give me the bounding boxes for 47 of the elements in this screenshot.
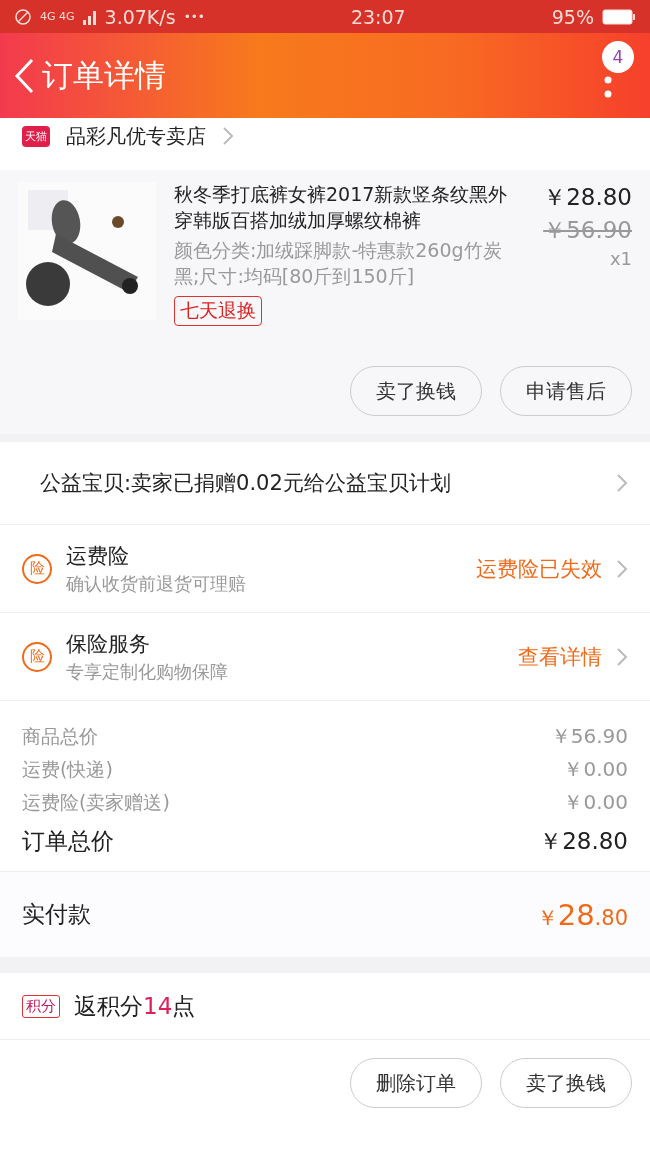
summary-value: ￥0.00 xyxy=(563,789,628,816)
service-subtitle: 专享定制化购物保障 xyxy=(66,659,229,684)
service-title: 运费险 xyxy=(66,542,130,570)
service-subtitle: 确认收货前退货可理赔 xyxy=(66,571,247,596)
summary-value: ￥28.80 xyxy=(539,827,628,856)
chevron-icon xyxy=(616,558,628,579)
battery-percent: 95% xyxy=(551,5,594,28)
paid-amount: ￥28.80 xyxy=(536,897,628,932)
chevron-icon xyxy=(616,473,628,493)
chevron-icon xyxy=(616,646,628,667)
summary-value: ￥0.00 xyxy=(563,756,628,783)
product-title[interactable]: 秋冬季打底裤女裤2017新款竖条纹黑外穿韩版百搭加绒加厚螺纹棉裤 xyxy=(174,182,526,234)
action-button[interactable]: 卖了换钱 xyxy=(500,1058,632,1108)
more-indicator: ••• xyxy=(183,9,205,24)
product-price: ￥28.80 xyxy=(543,183,632,212)
more-icon[interactable] xyxy=(604,76,612,98)
network-speed: 3.07K/s xyxy=(104,5,176,28)
summary-label: 运费(快递) xyxy=(22,756,113,782)
product-spec: 颜色分类:加绒踩脚款-特惠款260g竹炭黑;尺寸:均码[80斤到150斤] xyxy=(174,238,503,289)
summary-label: 商品总价 xyxy=(22,723,98,749)
points-text: 返积分14点 xyxy=(74,991,196,1021)
summary-value: ￥56.90 xyxy=(550,723,628,750)
points-tag: 积分 xyxy=(22,994,60,1018)
network-indicator: 4G 4G xyxy=(40,10,75,23)
action-button[interactable]: 申请售后 xyxy=(500,366,632,416)
battery-icon xyxy=(602,8,636,25)
back-icon[interactable] xyxy=(14,57,34,94)
service-title: 保险服务 xyxy=(66,630,151,658)
action-button[interactable]: 卖了换钱 xyxy=(350,366,482,416)
action-button[interactable]: 删除订单 xyxy=(350,1058,482,1108)
insurance-icon: 险 xyxy=(22,553,52,584)
insurance-icon: 险 xyxy=(22,641,52,672)
summary-label: 订单总价 xyxy=(22,827,114,856)
signal-icon xyxy=(82,8,97,25)
chevron-icon xyxy=(222,126,234,146)
paid-label: 实付款 xyxy=(22,900,91,929)
return-policy-tag: 七天退换 xyxy=(174,296,262,326)
clock: 23:07 xyxy=(350,5,406,28)
store-name[interactable]: 品彩凡优专卖店 xyxy=(66,122,206,150)
message-badge: 4 xyxy=(602,41,634,73)
store-tag: 天猫 xyxy=(22,125,50,147)
no-disturb-icon xyxy=(14,7,32,26)
charity-text: 公益宝贝:卖家已捐赠0.02元给公益宝贝计划 xyxy=(39,470,452,497)
quantity: x1 xyxy=(609,248,632,269)
original-price: ￥56.90 xyxy=(543,216,632,245)
page-title: 订单详情 xyxy=(42,55,166,95)
summary-label: 运费险(卖家赠送) xyxy=(22,789,170,815)
